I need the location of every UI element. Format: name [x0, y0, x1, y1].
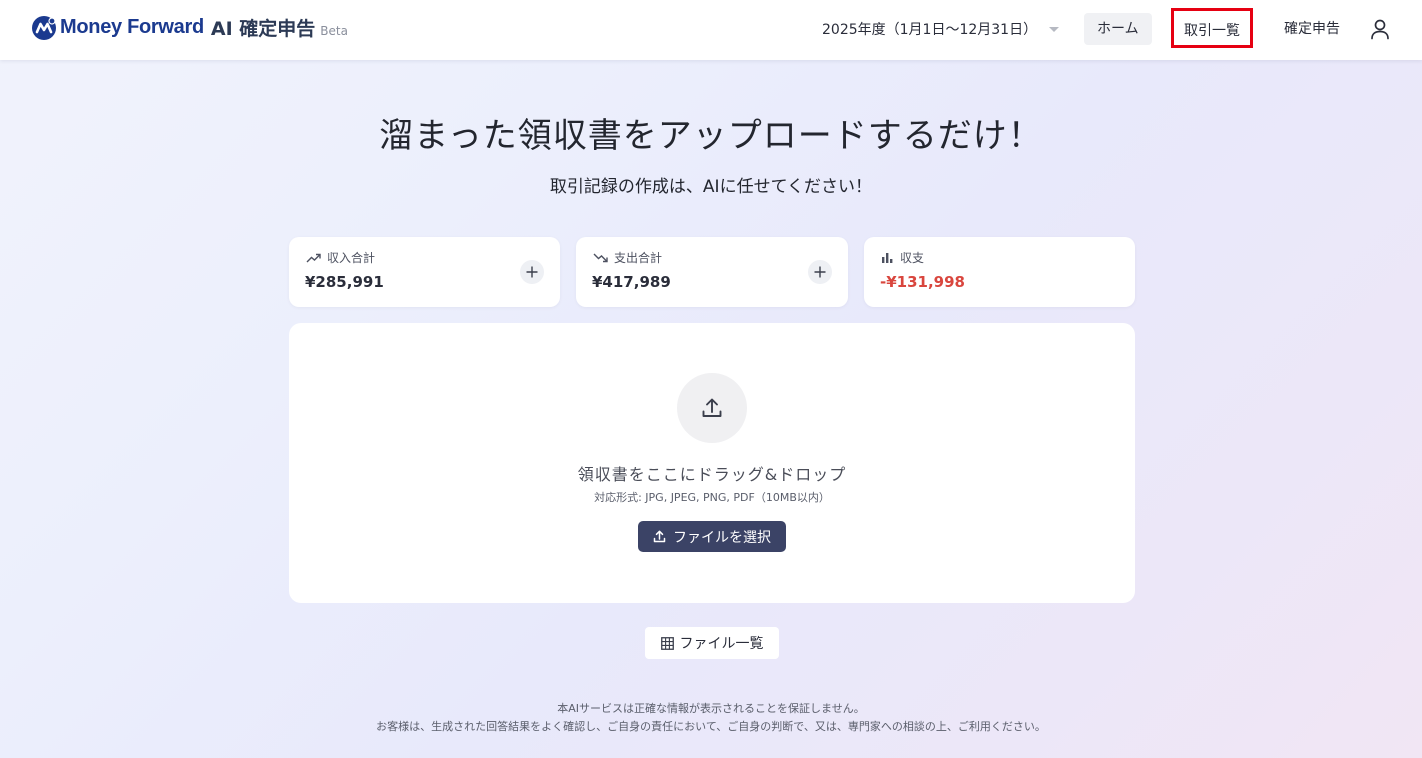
- expense-label-text: 支出合計: [614, 251, 663, 265]
- plus-icon: [526, 266, 538, 278]
- add-income-button[interactable]: [520, 260, 544, 284]
- fiscal-year-selector[interactable]: 2025年度（1月1日〜12月31日）: [822, 19, 1060, 39]
- disclaimer: 本AIサービスは正確な情報が表示されることを保証しません。 お客様は、生成された…: [0, 700, 1422, 736]
- moneyforward-logo-icon: [32, 15, 56, 40]
- top-header: Money Forward AI 確定申告 Beta 2025年度（1月1日〜1…: [0, 0, 1422, 60]
- chevron-down-icon: [1049, 26, 1060, 32]
- select-file-button[interactable]: ファイルを選択: [638, 521, 786, 552]
- disclaimer-line-1: 本AIサービスは正確な情報が表示されることを保証しません。: [557, 702, 865, 715]
- income-value: ¥285,991: [305, 273, 384, 291]
- fiscal-year-label: 2025年度（1月1日〜12月31日）: [822, 22, 1038, 38]
- upload-icon: [653, 530, 666, 543]
- nav-tax-filing-button[interactable]: 確定申告: [1271, 13, 1353, 45]
- trending-up-icon: [306, 253, 321, 262]
- bar-chart-icon: [882, 253, 893, 263]
- expense-summary-card: 支出合計 ¥417,989: [576, 237, 848, 307]
- supported-formats: 対応形式: JPG, JPEG, PNG, PDF（10MB以内）: [594, 491, 830, 504]
- receipt-dropzone[interactable]: 領収書をここにドラッグ&ドロップ 対応形式: JPG, JPEG, PNG, P…: [289, 323, 1135, 603]
- trending-down-icon: [593, 253, 608, 262]
- balance-label: 収支: [881, 249, 924, 266]
- hero-subtitle: 取引記録の作成は、AIに任せてください！: [549, 177, 873, 197]
- add-expense-button[interactable]: [808, 260, 832, 284]
- income-label-text: 収入合計: [327, 251, 376, 265]
- file-list-button[interactable]: ファイル一覧: [645, 627, 779, 659]
- user-icon[interactable]: [1370, 18, 1390, 40]
- balance-value: -¥131,998: [880, 273, 965, 291]
- upload-icon-container: [677, 373, 747, 443]
- hero-title: 溜まった領収書をアップロードするだけ！: [379, 116, 1043, 156]
- select-file-label: ファイルを選択: [673, 529, 771, 546]
- income-label: 収入合計: [306, 249, 375, 266]
- product-name: AI 確定申告: [210, 18, 316, 40]
- disclaimer-line-2: お客様は、生成された回答結果をよく確認し、ご自身の責任において、ご自身の判断で、…: [376, 720, 1046, 733]
- income-summary-card: 収入合計 ¥285,991: [289, 237, 560, 307]
- file-list-label: ファイル一覧: [679, 636, 764, 652]
- brand-name: Money Forward: [60, 16, 204, 38]
- expense-label: 支出合計: [593, 249, 662, 266]
- app-logo[interactable]: Money Forward AI 確定申告 Beta: [31, 14, 348, 41]
- grid-icon: [660, 636, 674, 650]
- plus-icon: [814, 266, 826, 278]
- drop-instruction: 領収書をここにドラッグ&ドロップ: [577, 465, 847, 484]
- expense-value: ¥417,989: [592, 273, 671, 291]
- balance-label-text: 収支: [900, 251, 925, 265]
- balance-summary-card: 収支 -¥131,998: [864, 237, 1135, 307]
- nav-home-button[interactable]: ホーム: [1084, 13, 1152, 45]
- upload-icon: [702, 398, 722, 417]
- beta-badge: Beta: [320, 23, 348, 38]
- nav-transactions-button[interactable]: 取引一覧: [1171, 8, 1253, 48]
